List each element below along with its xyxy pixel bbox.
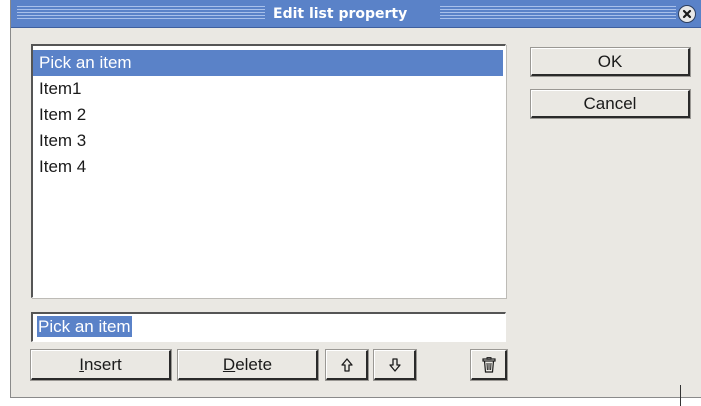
arrow-down-icon [388,357,401,372]
delete-mnemonic: D [222,355,236,374]
cancel-button[interactable]: Cancel [530,89,691,119]
list-item[interactable]: Item 2 [33,102,503,128]
insert-button[interactable]: Insert [30,349,172,381]
delete-all-button[interactable] [470,349,508,381]
list-item[interactable]: Item1 [33,76,503,102]
title-bar[interactable]: Edit list property [11,0,701,28]
list-item[interactable]: Item 3 [33,128,503,154]
delete-button[interactable]: Delete [177,349,319,381]
background-edge [680,385,681,406]
ok-button[interactable]: OK [530,47,691,77]
arrow-up-icon [340,357,353,372]
edit-list-dialog: Edit list property Pick an item Item1 It… [10,0,701,398]
item-list[interactable]: Pick an item Item1 Item 2 Item 3 Item 4 [31,44,506,298]
list-item[interactable]: Pick an item [33,50,503,76]
delete-label: elete [235,355,273,374]
close-icon [682,9,692,19]
list-item[interactable]: Item 4 [33,154,503,180]
trash-icon [481,356,496,373]
close-button[interactable] [678,5,696,23]
move-down-button[interactable] [373,349,417,381]
item-edit-value: Pick an item [37,316,132,337]
insert-label: nsert [83,355,122,374]
item-edit-field[interactable]: Pick an item [31,312,506,342]
title-grip-left [17,6,265,21]
title-grip-right [440,6,676,21]
dialog-title: Edit list property [273,6,408,22]
move-up-button[interactable] [325,349,369,381]
